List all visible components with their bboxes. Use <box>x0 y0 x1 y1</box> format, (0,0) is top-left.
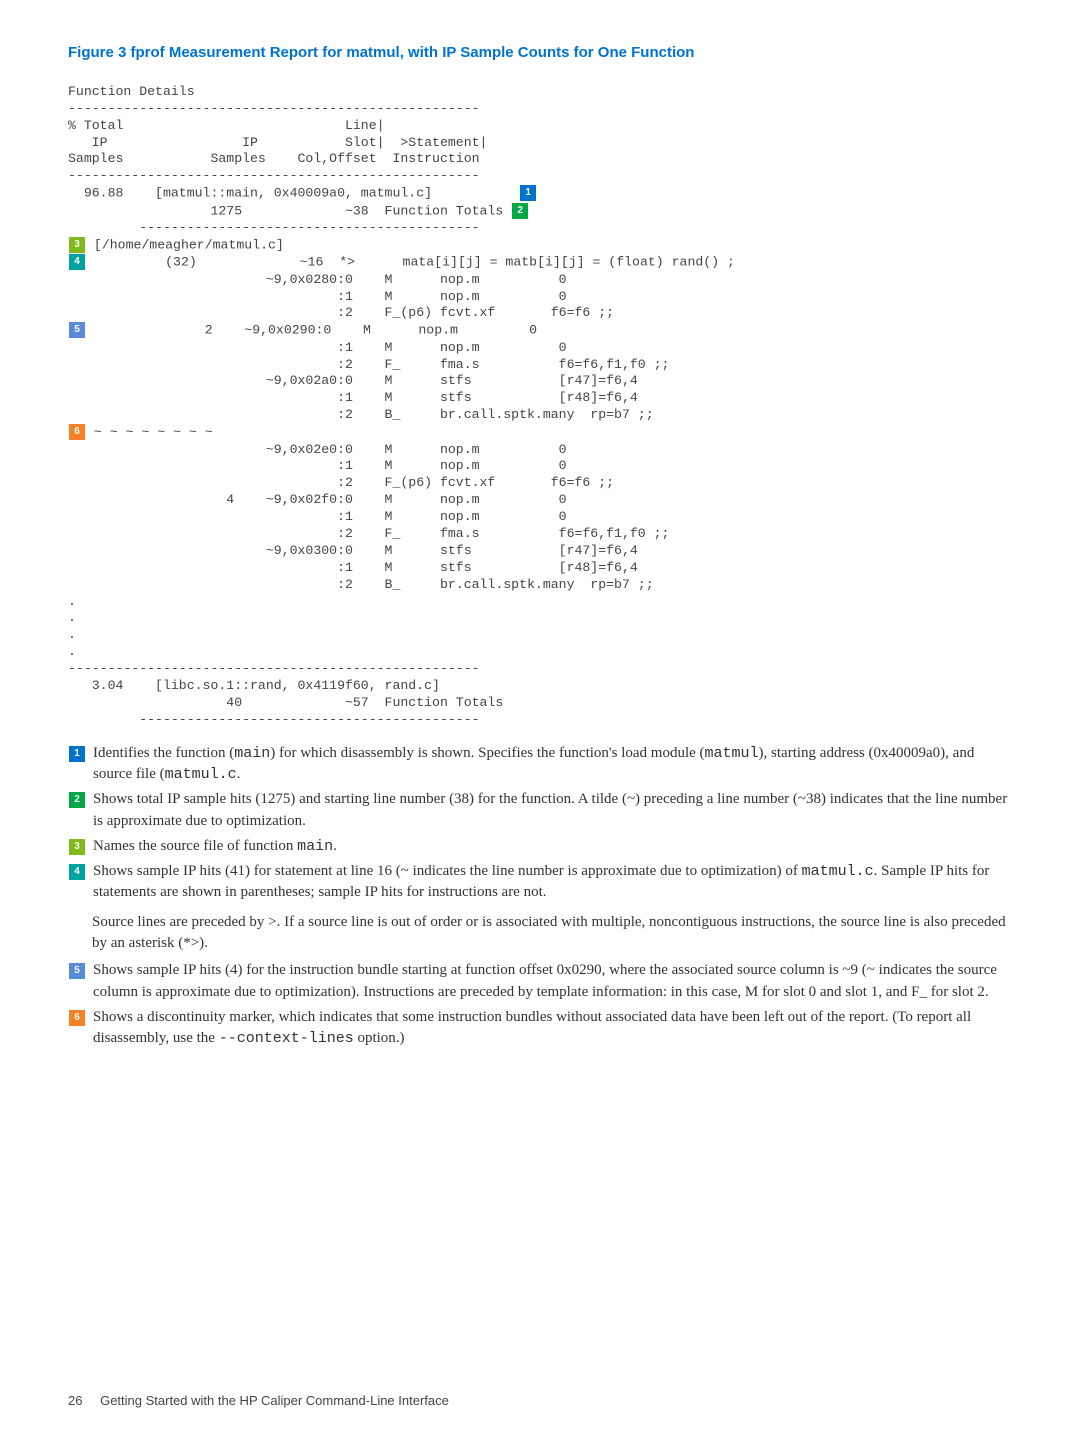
note-3-text: Names the source file of function main. <box>93 836 1012 857</box>
code-block: Function Details -----------------------… <box>68 67 1012 729</box>
code-block3: ~9,0x02e0:0 M nop.m 0 :1 M nop.m 0 :2 F_… <box>68 442 669 727</box>
notes-list: 1 Identifies the function (main) for whi… <box>68 743 1012 1050</box>
page-number: 26 <box>68 1393 82 1408</box>
code-src-line: [/home/meagher/matmul.c] <box>86 237 284 252</box>
note-6-text: Shows a discontinuity marker, which indi… <box>93 1007 1012 1050</box>
code-main-line-a: 96.88 [matmul::main, 0x40009a0, matmul.c… <box>68 186 519 201</box>
callout-4: 4 <box>69 864 85 880</box>
callout-5-inline: 5 <box>69 322 85 338</box>
note-2: 2 Shows total IP sample hits (1275) and … <box>68 789 1012 832</box>
callout-5: 5 <box>69 963 85 979</box>
code-tilde-line: ~ ~ ~ ~ ~ ~ ~ ~ <box>86 425 213 440</box>
callout-2: 2 <box>69 792 85 808</box>
code-block2: :1 M nop.m 0 :2 F_ fma.s f6=f6,f1,f0 ;; … <box>68 340 669 423</box>
code-line-32: (32) ~16 *> mata[i][j] = matb[i][j] = (f… <box>86 255 735 270</box>
code-block1: ~9,0x0280:0 M nop.m 0 :1 M nop.m 0 :2 F_… <box>68 272 614 321</box>
page-footer: 26 Getting Started with the HP Caliper C… <box>68 1393 449 1408</box>
note-1: 1 Identifies the function (main) for whi… <box>68 743 1012 786</box>
code-main-line-b: 1275 ~38 Function Totals <box>68 203 511 218</box>
note-4-sub: Source lines are preceded by >. If a sou… <box>92 912 1012 955</box>
footer-section: Getting Started with the HP Caliper Comm… <box>100 1393 449 1408</box>
code-sep1: ----------------------------------------… <box>68 220 480 235</box>
callout-3: 3 <box>69 839 85 855</box>
code-bundle-line: 2 ~9,0x0290:0 M nop.m 0 <box>86 323 537 338</box>
callout-3-inline: 3 <box>69 237 85 253</box>
note-3: 3 Names the source file of function main… <box>68 836 1012 857</box>
note-6: 6 Shows a discontinuity marker, which in… <box>68 1007 1012 1050</box>
note-5-text: Shows sample IP hits (4) for the instruc… <box>93 960 1012 1003</box>
code-header: Function Details -----------------------… <box>68 84 487 183</box>
callout-4-inline: 4 <box>69 254 85 270</box>
note-1-text: Identifies the function (main) for which… <box>93 743 1012 786</box>
callout-6: 6 <box>69 1010 85 1026</box>
callout-2-inline: 2 <box>512 203 528 219</box>
note-5: 5 Shows sample IP hits (4) for the instr… <box>68 960 1012 1003</box>
figure-title: Figure 3 fprof Measurement Report for ma… <box>68 44 1012 61</box>
callout-1-inline: 1 <box>520 185 536 201</box>
note-4: 4 Shows sample IP hits (41) for statemen… <box>68 861 1012 904</box>
note-2-text: Shows total IP sample hits (1275) and st… <box>93 789 1012 832</box>
callout-1: 1 <box>69 746 85 762</box>
callout-6-inline: 6 <box>69 424 85 440</box>
note-4-text: Shows sample IP hits (41) for statement … <box>93 861 1012 904</box>
